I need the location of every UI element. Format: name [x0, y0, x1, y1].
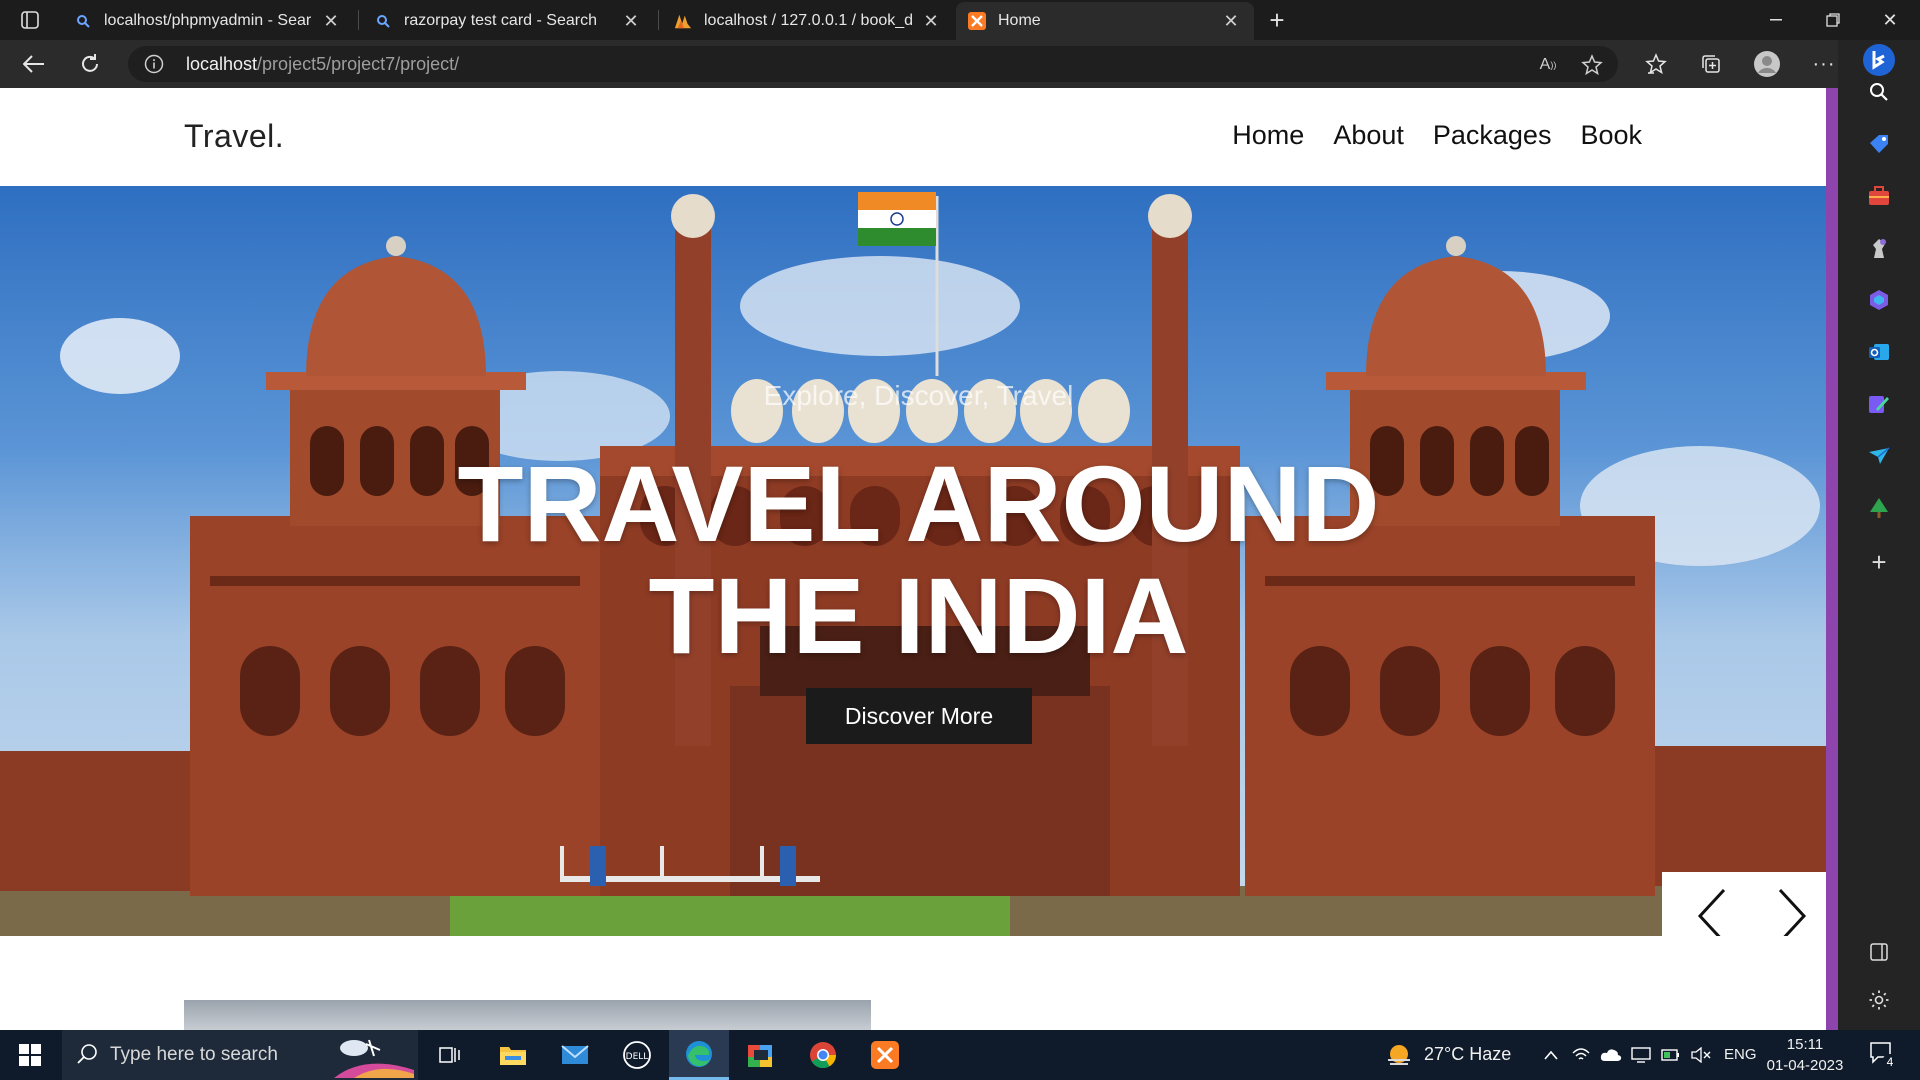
edge-sidebar: +	[1838, 40, 1920, 1030]
hide-sidebar-icon[interactable]	[1859, 932, 1899, 972]
tab-actions-icon[interactable]	[12, 6, 48, 34]
main-nav: Home About Packages Book	[1232, 120, 1642, 151]
site-header: Travel. Home About Packages Book	[0, 88, 1826, 186]
tab-title: localhost/phpmyadmin - Search	[104, 12, 312, 29]
url-path: /project5/project7/project/	[257, 54, 460, 74]
designer-pen-icon[interactable]	[1859, 384, 1899, 424]
tab-separator	[658, 10, 659, 30]
more-menu-icon[interactable]: ···	[1806, 48, 1842, 80]
close-window-button[interactable]: ✕	[1862, 0, 1918, 40]
url-host: localhost	[186, 54, 258, 74]
tree-app-icon[interactable]	[1859, 488, 1899, 528]
hero-slider: Explore, Discover, Travel TRAVEL AROUND …	[0, 186, 1837, 936]
search-highlight-icon	[334, 1039, 414, 1078]
volume-muted-icon[interactable]	[1690, 1045, 1712, 1065]
nav-home[interactable]: Home	[1232, 120, 1304, 151]
tab-title: Home	[998, 12, 1041, 29]
drop-send-icon[interactable]	[1859, 436, 1899, 476]
windows-start-icon[interactable]	[10, 1040, 50, 1070]
add-favorite-icon[interactable]	[1580, 53, 1604, 77]
svg-text:DELL: DELL	[626, 1052, 649, 1062]
nav-about[interactable]: About	[1333, 120, 1404, 151]
slider-controls	[1662, 872, 1837, 936]
dell-icon[interactable]: DELL	[607, 1030, 667, 1080]
new-tab-button[interactable]: +	[1262, 5, 1292, 35]
page-scrollbar[interactable]	[1826, 88, 1838, 1030]
outlook-icon[interactable]	[1859, 332, 1899, 372]
tab-separator	[358, 10, 359, 30]
weather-icon[interactable]	[1384, 1040, 1414, 1075]
settings-gear-icon[interactable]	[1859, 980, 1899, 1020]
task-view-icon[interactable]	[420, 1030, 480, 1080]
teams-meet-icon[interactable]	[731, 1030, 791, 1080]
nav-book[interactable]: Book	[1580, 120, 1642, 151]
microsoft-365-icon[interactable]	[1859, 280, 1899, 320]
browser-tab-2[interactable]: razorpay test card - Search ✕	[362, 2, 654, 40]
windows-taskbar: Type here to search DELL 27°C Haze ENG 1…	[0, 1030, 1920, 1080]
taskbar-clock[interactable]: 15:11 01-04-2023	[1760, 1034, 1850, 1076]
tab-title: razorpay test card - Search	[404, 12, 597, 29]
sidebar-search-icon[interactable]	[1859, 72, 1899, 112]
battery-icon[interactable]	[1660, 1045, 1682, 1065]
site-info-icon[interactable]	[144, 54, 164, 74]
notification-center-icon[interactable]: 4	[1870, 1042, 1900, 1070]
package-image-preview	[184, 1000, 871, 1030]
hero-headline: TRAVEL AROUND THE INDIA	[0, 448, 1837, 672]
games-chess-icon[interactable]	[1859, 228, 1899, 268]
search-icon	[374, 12, 392, 30]
file-explorer-icon[interactable]	[483, 1030, 543, 1080]
browser-tab-strip: localhost/phpmyadmin - Search ✕ razorpay…	[0, 0, 1920, 40]
shopping-tag-icon[interactable]	[1859, 124, 1899, 164]
close-icon[interactable]: ✕	[920, 10, 942, 32]
hero-headline-line-2: THE INDIA	[648, 555, 1189, 676]
address-bar[interactable]: localhost/project5/project7/project/ A))	[128, 46, 1618, 82]
close-icon[interactable]: ✕	[1220, 10, 1242, 32]
tools-briefcase-icon[interactable]	[1859, 176, 1899, 216]
clock-date: 01-04-2023	[1766, 1057, 1844, 1074]
close-icon[interactable]: ✕	[620, 10, 642, 32]
hero-headline-line-1: TRAVEL AROUND	[457, 443, 1380, 564]
collections-icon[interactable]	[1693, 48, 1729, 80]
add-sidebar-app-icon[interactable]: +	[1859, 542, 1899, 582]
page-viewport: Travel. Home About Packages Book Explore…	[0, 88, 1838, 1030]
chrome-icon[interactable]	[793, 1030, 853, 1080]
xampp-taskbar-icon[interactable]	[855, 1030, 915, 1080]
browser-tab-1[interactable]: localhost/phpmyadmin - Search ✕	[62, 2, 354, 40]
refresh-button[interactable]	[72, 48, 108, 80]
xampp-icon	[968, 12, 986, 30]
nav-packages[interactable]: Packages	[1433, 120, 1552, 151]
browser-tab-3[interactable]: localhost / 127.0.0.1 / book_db / ✕	[662, 2, 954, 40]
search-icon	[74, 12, 92, 30]
site-logo[interactable]: Travel.	[184, 118, 284, 155]
search-icon	[76, 1043, 100, 1067]
back-button[interactable]	[16, 48, 52, 80]
weather-text[interactable]: 27°C Haze	[1424, 1044, 1511, 1065]
profile-avatar-icon[interactable]	[1749, 48, 1785, 80]
taskbar-search-box[interactable]: Type here to search	[62, 1030, 418, 1080]
read-aloud-icon[interactable]: A))	[1536, 53, 1560, 77]
display-icon[interactable]	[1630, 1045, 1652, 1065]
edge-browser-icon[interactable]	[669, 1030, 729, 1080]
restore-button[interactable]	[1805, 0, 1861, 40]
taskbar-search-placeholder: Type here to search	[110, 1044, 278, 1065]
tab-title: localhost / 127.0.0.1 / book_db /	[704, 12, 912, 29]
notification-count: 4	[1882, 1054, 1898, 1070]
chevron-up-icon[interactable]	[1540, 1045, 1562, 1065]
url-text: localhost/project5/project7/project/	[186, 54, 459, 75]
language-indicator[interactable]: ENG	[1724, 1046, 1757, 1063]
close-icon[interactable]: ✕	[320, 10, 342, 32]
onedrive-cloud-icon[interactable]	[1600, 1045, 1622, 1065]
favorites-icon[interactable]	[1638, 48, 1674, 80]
hero-tagline: Explore, Discover, Travel	[763, 380, 1074, 411]
clock-time: 15:11	[1786, 1036, 1824, 1053]
discover-more-button[interactable]: Discover More	[806, 688, 1032, 744]
prev-slide-arrow-icon[interactable]	[1682, 886, 1742, 936]
phpmyadmin-icon	[674, 12, 692, 30]
next-slide-arrow-icon[interactable]	[1762, 886, 1822, 936]
wifi-icon[interactable]	[1570, 1045, 1592, 1065]
minimize-button[interactable]	[1748, 0, 1804, 40]
browser-toolbar: localhost/project5/project7/project/ A))…	[0, 40, 1920, 88]
mail-icon[interactable]	[545, 1030, 605, 1080]
browser-tab-4[interactable]: Home ✕	[956, 2, 1254, 40]
